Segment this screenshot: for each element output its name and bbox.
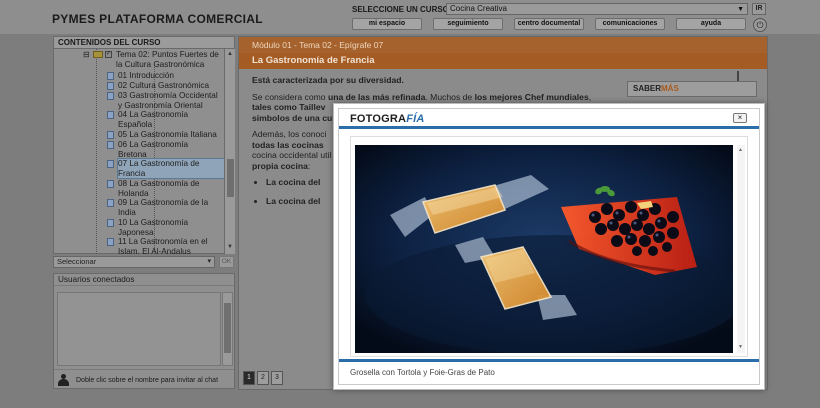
photo-scrollbar[interactable]: ▲ ▼: [737, 145, 745, 353]
scroll-down-icon[interactable]: ▼: [227, 244, 233, 250]
tree-item-07-selected[interactable]: 07 La Gastronomía de Francia: [107, 157, 224, 180]
tree-item-04[interactable]: 04 La Gastronomía Española: [107, 110, 214, 129]
folder-icon: [93, 51, 103, 58]
chat-hint-row: Doble clic sobre el nombre para invitar …: [54, 369, 234, 389]
dish-photo: [355, 145, 733, 353]
document-icon: [107, 180, 114, 188]
photo-modal: FOTOGRAFÍA × ▲ ▼ Grosella con Tortola y …: [333, 103, 765, 390]
chat-hint: Doble clic sobre el nombre para invitar …: [76, 377, 219, 384]
tree-folder-tema-02[interactable]: Tema 02: Puntos Fuertes de la Cultura Ga…: [116, 50, 222, 69]
checkbox-icon[interactable]: ✓: [105, 51, 112, 58]
document-icon: [107, 160, 114, 168]
brand-title: PYMES PLATAFORMA COMERCIAL: [52, 12, 263, 26]
tree-item-09[interactable]: 09 La Gastronomía de la India: [107, 198, 222, 217]
document-icon: [107, 82, 114, 90]
document-icon: [107, 238, 114, 246]
tree-item-01[interactable]: 01 Introducción: [107, 71, 222, 81]
course-tree: ⊟ ✓ Tema 02: Puntos Fuertes de la Cultur…: [54, 49, 224, 254]
section-select-value: Seleccionar: [57, 257, 97, 266]
photo-frame: ▲ ▼: [350, 136, 748, 357]
tree-item-03[interactable]: 03 Gastronomía Occidental y Gastronomía …: [107, 91, 224, 110]
document-icon: [107, 72, 114, 80]
breadcrumb: Módulo 01 - Tema 02 - Epígrafe 07: [239, 37, 767, 53]
tree-item-08[interactable]: 08 La Gastronomía de Holanda: [107, 179, 222, 198]
nav-ayuda-button[interactable]: ayuda: [676, 18, 746, 30]
page-button-1[interactable]: 1: [243, 371, 255, 385]
nav-seguimiento-button[interactable]: seguimiento: [433, 18, 503, 30]
course-select-value: Cocina Creativa: [450, 4, 507, 13]
go-button[interactable]: IR: [752, 3, 766, 15]
nav-centro-documental-button[interactable]: centro documental: [514, 18, 584, 30]
document-icon: [107, 92, 114, 100]
section-select[interactable]: Seleccionar ▾: [53, 256, 215, 268]
user-icon: [58, 374, 69, 386]
course-select-label: SELECCIONE UN CURSO:: [352, 5, 452, 14]
tree-item-06[interactable]: 06 La Gastronomía Bretona: [107, 140, 218, 159]
modal-title: FOTOGRAFÍA: [350, 113, 425, 125]
power-icon[interactable]: ⏻: [753, 18, 767, 32]
document-icon: [107, 199, 114, 207]
connected-users-panel: Usuarios conectados Doble clic sobre el …: [53, 273, 235, 389]
top-bar: PYMES PLATAFORMA COMERCIAL SELECCIONE UN…: [0, 0, 820, 34]
users-scroll-thumb[interactable]: [224, 303, 231, 353]
users-scrollbar[interactable]: [222, 292, 233, 366]
connected-users-title: Usuarios conectados: [54, 274, 234, 286]
chevron-down-icon: ▼: [737, 6, 744, 13]
tree-scrollbar[interactable]: ▲ ▼: [224, 49, 235, 254]
photo-caption: Grosella con Tortola y Foie-Gras de Pato: [350, 368, 495, 377]
modal-footer: Grosella con Tortola y Foie-Gras de Pato: [339, 359, 759, 385]
scroll-down-icon[interactable]: ▼: [738, 344, 743, 350]
tree-item-10[interactable]: 10 La Gastronomía Japonesa: [107, 218, 218, 237]
lesson-paragraph-1: Está caracterizada por su diversidad.: [252, 75, 404, 85]
document-icon: [107, 219, 114, 227]
connected-users-list[interactable]: [57, 292, 221, 366]
collapse-icon[interactable]: ⊟: [83, 50, 90, 59]
nav-comunicaciones-button[interactable]: comunicaciones: [595, 18, 665, 30]
tree-item-11[interactable]: 11 La Gastronomía en el Islam. El Al-And…: [107, 237, 224, 254]
tree-scroll-thumb[interactable]: [227, 159, 234, 197]
nav-mi-espacio-button[interactable]: mi espacio: [352, 18, 422, 30]
lesson-title: La Gastronomía de Francia: [239, 53, 767, 69]
tree-item-05[interactable]: 05 La Gastronomía Italiana: [107, 130, 224, 140]
dish-photo-illustration: [355, 145, 733, 353]
course-select[interactable]: Cocina Creativa ▼: [446, 3, 748, 15]
document-icon: [107, 131, 114, 139]
course-contents-panel: CONTENIDOS DEL CURSO ⊟ ✓ Tema 02: Puntos…: [53, 36, 235, 254]
close-button[interactable]: ×: [733, 113, 747, 123]
saber-mas-button[interactable]: SABERMÁS: [627, 81, 757, 97]
scroll-up-icon[interactable]: ▲: [227, 51, 233, 57]
page-button-3[interactable]: 3: [271, 371, 283, 385]
page-button-2[interactable]: 2: [257, 371, 269, 385]
ok-button[interactable]: OK: [219, 256, 234, 268]
tree-item-02[interactable]: 02 Cultura Gastronómica: [107, 81, 222, 91]
course-contents-title: CONTENIDOS DEL CURSO: [54, 37, 234, 49]
chevron-down-icon: ▾: [207, 258, 211, 265]
section-select-row: Seleccionar ▾ OK: [53, 256, 235, 269]
document-icon: [107, 111, 114, 119]
scroll-up-icon[interactable]: ▲: [738, 147, 743, 153]
modal-header: FOTOGRAFÍA ×: [339, 109, 759, 129]
document-icon: [107, 141, 114, 149]
